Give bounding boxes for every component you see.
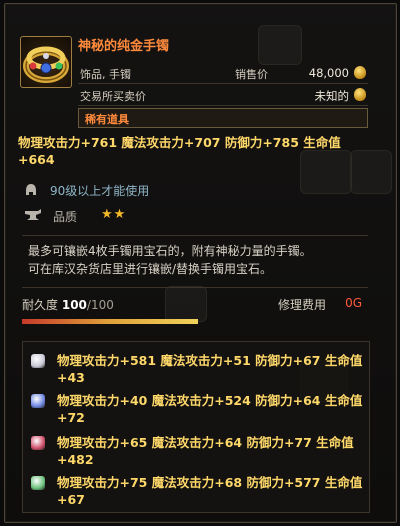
trade-price-value: 未知的 xyxy=(314,89,350,103)
anvil-icon xyxy=(24,208,42,226)
item-description: 最多可镶嵌4枚手镯用宝石的，附有神秘力量的手镯。 可在库汉杂货店里进行镶嵌/替换… xyxy=(28,242,368,278)
helmet-icon xyxy=(24,182,38,198)
durability-section: 耐久度 100/100 修理费用 0G xyxy=(22,294,368,332)
socketed-gems-panel: 物理攻击力+581 魔法攻击力+51 防御力+67 生命值+43 物理攻击力+4… xyxy=(22,341,370,513)
gem-stats: 物理攻击力+65 魔法攻击力+64 防御力+77 生命值+482 xyxy=(57,435,354,467)
background-slot xyxy=(258,25,302,65)
rarity-label: 稀有道具 xyxy=(85,113,129,126)
quality-row: 品质 ★★ xyxy=(24,207,144,226)
price-row: 饰品, 手镯 销售价 48,000 xyxy=(78,63,368,84)
gem-icon-red xyxy=(31,436,45,450)
gem-icon-silver xyxy=(31,354,45,368)
quality-label: 品质 xyxy=(53,210,78,224)
bracelet-icon[interactable] xyxy=(20,36,72,88)
divider xyxy=(22,235,368,236)
quality-stars: ★★ xyxy=(101,207,127,222)
durability-bar xyxy=(22,319,198,324)
trade-row: 交易所买卖价 未知的 xyxy=(78,85,368,106)
description-line: 可在库汉杂货店里进行镶嵌/替换手镯用宝石。 xyxy=(28,262,273,276)
gold-coin-icon xyxy=(354,66,366,79)
gem-stats: 物理攻击力+40 魔法攻击力+524 防御力+64 生命值+72 xyxy=(57,393,363,425)
durability-bar-fill xyxy=(22,319,198,324)
durability-max: /100 xyxy=(86,298,114,312)
sell-price-label: 销售价 xyxy=(235,68,268,81)
repair-cost-value: 0G xyxy=(345,296,362,310)
description-line: 最多可镶嵌4枚手镯用宝石的，附有神秘力量的手镯。 xyxy=(28,244,312,258)
item-category: 饰品, 手镯 xyxy=(80,68,131,81)
gem-icon-blue xyxy=(31,394,45,408)
rarity-badge: 稀有道具 xyxy=(78,108,368,128)
gem-stats: 物理攻击力+75 魔法攻击力+68 防御力+577 生命值+67 xyxy=(57,475,363,507)
gem-stats: 物理攻击力+581 魔法攻击力+51 防御力+67 生命值+43 xyxy=(57,353,363,385)
divider xyxy=(22,287,368,288)
durability-label: 耐久度 xyxy=(22,298,59,312)
repair-cost-label: 修理费用 xyxy=(277,298,326,312)
requirement-text: 90级以上才能使用 xyxy=(50,184,150,198)
trade-price-label: 交易所买卖价 xyxy=(80,90,146,103)
durability-readout: 耐久度 100/100 xyxy=(22,296,114,313)
item-name: 神秘的纯金手镯 xyxy=(78,39,170,54)
gem-icon-green xyxy=(31,476,45,490)
sell-price-value: 48,000 xyxy=(308,66,349,80)
item-stats: 物理攻击力+761 魔法攻击力+707 防御力+785 生命值+664 xyxy=(18,135,341,167)
durability-current: 100 xyxy=(61,298,87,312)
gold-coin-icon xyxy=(354,88,366,101)
